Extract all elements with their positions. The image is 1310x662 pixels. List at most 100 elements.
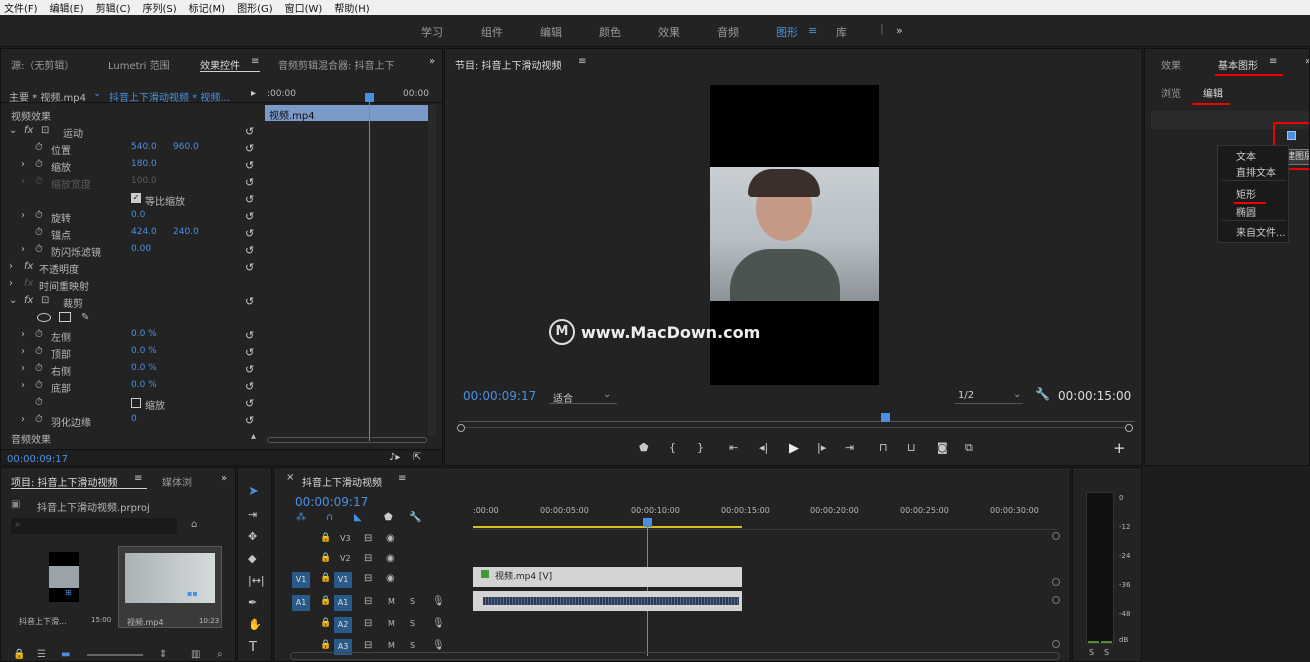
zoom-left-handle[interactable] xyxy=(457,424,465,432)
subtab-edit[interactable]: 编辑 xyxy=(1203,85,1223,100)
crop-top-row[interactable]: › ⏱ 顶部 0.0 % ↺ xyxy=(1,343,263,361)
graphics-more-icon[interactable]: » xyxy=(1305,56,1309,67)
compare-view-icon[interactable]: ⧉ xyxy=(965,441,973,455)
workspace-assembly[interactable]: 组件 xyxy=(481,24,503,40)
crop-left-row[interactable]: › ⏱ 左侧 0.0 % ↺ xyxy=(1,326,263,344)
new-layer-icon[interactable] xyxy=(1287,131,1296,140)
audio-clip[interactable] xyxy=(473,591,742,611)
find-icon[interactable]: ⌕ xyxy=(217,649,223,660)
go-to-in-icon[interactable]: ⇤ xyxy=(729,441,738,454)
panel-menu-icon[interactable]: ≡ xyxy=(251,56,259,67)
timeline-ruler[interactable]: :00:00 00:00:05:00 00:00:10:00 00:00:15:… xyxy=(473,504,1057,530)
timeline-marker-icon[interactable]: ⬟ xyxy=(384,512,393,523)
solo-button[interactable]: S xyxy=(410,597,415,606)
track-v2-label[interactable]: V2 xyxy=(340,554,351,563)
voiceover-mic-icon[interactable]: 🎙 xyxy=(432,596,445,607)
menu-sequence[interactable]: 序列(S) xyxy=(142,0,176,15)
eye-icon[interactable]: ◉ xyxy=(386,553,395,564)
linked-selection-icon[interactable]: ∩ xyxy=(326,512,333,523)
program-scrubber-track[interactable] xyxy=(459,421,1135,422)
timeline-menu-icon[interactable]: ≡ xyxy=(398,473,406,484)
program-timecode[interactable]: 00:00:09:17 xyxy=(463,389,536,403)
effect-scrollbar[interactable] xyxy=(428,105,436,435)
mute-button[interactable]: M xyxy=(388,619,395,628)
crop-zoom-row[interactable]: ⏱ 缩放 ↺ xyxy=(1,394,263,412)
add-edit-icon[interactable]: ◣ xyxy=(354,512,362,523)
icon-view-icon[interactable]: ▬ xyxy=(61,649,70,660)
play-clip-icon[interactable]: ▸ xyxy=(251,88,256,99)
workspace-learn[interactable]: 学习 xyxy=(421,24,443,40)
work-area-bar[interactable] xyxy=(473,526,742,528)
mute-button[interactable]: M xyxy=(388,641,395,650)
type-tool-icon[interactable]: T xyxy=(249,640,257,655)
sync-lock-icon[interactable]: ⊟ xyxy=(364,553,372,564)
menu-item-rectangle[interactable]: 矩形 xyxy=(1236,186,1256,201)
mark-in-icon[interactable]: { xyxy=(669,441,676,454)
lift-icon[interactable]: ⊓ xyxy=(879,441,888,454)
effect-clip-bar[interactable]: 视频.mp4 xyxy=(265,105,428,122)
more-workspaces-icon[interactable]: » xyxy=(896,24,903,37)
feather-row[interactable]: › ⏱ 羽化边缘 0 ↺ xyxy=(1,411,263,429)
extract-icon[interactable]: ⊔ xyxy=(907,441,916,454)
project-menu-icon[interactable]: ≡ xyxy=(134,473,142,484)
workspace-effects[interactable]: 效果 xyxy=(658,24,680,40)
project-item-sequence[interactable]: ⊞ 抖音上下滑... 15:00 xyxy=(11,546,115,628)
meter-solo-right[interactable]: S xyxy=(1104,648,1109,657)
crop-right-row[interactable]: › ⏱ 右侧 0.0 % ↺ xyxy=(1,360,263,378)
voiceover-mic-icon[interactable]: 🎙 xyxy=(432,640,445,651)
workspace-color[interactable]: 颜色 xyxy=(599,24,621,40)
sequence-clip-label[interactable]: 抖音上下滑动视频 * 视频... xyxy=(109,89,230,104)
track-v1-label[interactable]: V1 xyxy=(334,572,352,588)
more-tabs-icon[interactable]: » xyxy=(429,56,435,67)
razor-tool-icon[interactable]: ◆ xyxy=(248,552,256,565)
export-frame-icon[interactable]: ◙ xyxy=(937,441,948,454)
thumbnail-size-slider[interactable] xyxy=(87,654,143,656)
menu-file[interactable]: 文件(F) xyxy=(4,0,38,15)
menu-clip[interactable]: 剪辑(C) xyxy=(96,0,131,15)
workspace-menu-icon[interactable]: ≡ xyxy=(808,24,817,37)
timeline-title[interactable]: 抖音上下滑动视频 xyxy=(302,474,382,489)
rotation-row[interactable]: › ⏱ 旋转 0.0 ↺ xyxy=(1,207,263,225)
mark-out-icon[interactable]: } xyxy=(697,441,704,454)
video-clip[interactable]: 视频.mp4 [V] xyxy=(473,567,742,587)
menu-help[interactable]: 帮助(H) xyxy=(334,0,369,15)
resolution-dropdown[interactable]: 1/2 xyxy=(958,390,974,401)
crop-row[interactable]: ⌄ fx ⊡ 裁剪 ↺ xyxy=(1,292,263,310)
resolution-chevron-icon[interactable]: ⌄ xyxy=(1013,389,1021,400)
solo-button[interactable]: S xyxy=(410,619,415,628)
add-marker-icon[interactable]: ⬟ xyxy=(639,441,649,454)
solo-button[interactable]: S xyxy=(410,641,415,650)
pen-tool-icon[interactable]: ✒ xyxy=(248,596,257,609)
eye-icon[interactable]: ◉ xyxy=(386,533,395,544)
lock-track-icon[interactable]: 🔒 xyxy=(320,640,331,650)
sync-lock-icon[interactable]: ⊟ xyxy=(364,596,372,607)
program-title[interactable]: 节目: 抖音上下滑动视频 xyxy=(455,57,562,72)
clip-dropdown-icon[interactable]: ⌄ xyxy=(93,88,101,99)
uniform-scale-row[interactable]: ✓ 等比缩放 ↺ xyxy=(1,190,263,208)
effect-zoom-scrollbar[interactable] xyxy=(267,437,427,443)
new-bin-icon[interactable]: ⌂ xyxy=(191,519,197,530)
workspace-audio[interactable]: 音频 xyxy=(717,24,739,40)
project-more-icon[interactable]: » xyxy=(221,473,227,484)
list-view-icon[interactable]: ☰ xyxy=(37,649,46,660)
meter-solo-left[interactable]: S xyxy=(1089,648,1094,657)
sync-lock-icon[interactable]: ⊟ xyxy=(364,573,372,584)
tab-audio-clip-mixer[interactable]: 音频剪辑混合器: 抖音上下 xyxy=(278,57,395,72)
subtab-browse[interactable]: 浏览 xyxy=(1161,85,1181,100)
lock-track-icon[interactable]: 🔒 xyxy=(320,596,331,606)
ripple-edit-tool-icon[interactable]: ✥ xyxy=(248,530,257,543)
menu-edit[interactable]: 编辑(E) xyxy=(50,0,84,15)
track-select-tool-icon[interactable]: ⇥ xyxy=(248,508,257,521)
timeline-settings-icon[interactable]: 🔧 xyxy=(409,512,421,523)
project-item-video[interactable]: ▪▪ 视频.mp4 10:23 xyxy=(118,546,222,628)
workspace-editing[interactable]: 编辑 xyxy=(540,24,562,40)
tab-effect-controls[interactable]: 效果控件 xyxy=(200,57,240,72)
graphics-menu-icon[interactable]: ≡ xyxy=(1269,56,1277,67)
scale-row[interactable]: › ⏱ 缩放 180.0 ↺ xyxy=(1,156,263,174)
tab-lumetri-scopes[interactable]: Lumetri 范围 xyxy=(108,57,170,72)
menu-item-from-file[interactable]: 来自文件... xyxy=(1236,224,1286,239)
sync-lock-icon[interactable]: ⊟ xyxy=(364,618,372,629)
lock-track-icon[interactable]: 🔒 xyxy=(320,553,331,563)
zoom-right-handle[interactable] xyxy=(1125,424,1133,432)
mute-button[interactable]: M xyxy=(388,597,395,606)
